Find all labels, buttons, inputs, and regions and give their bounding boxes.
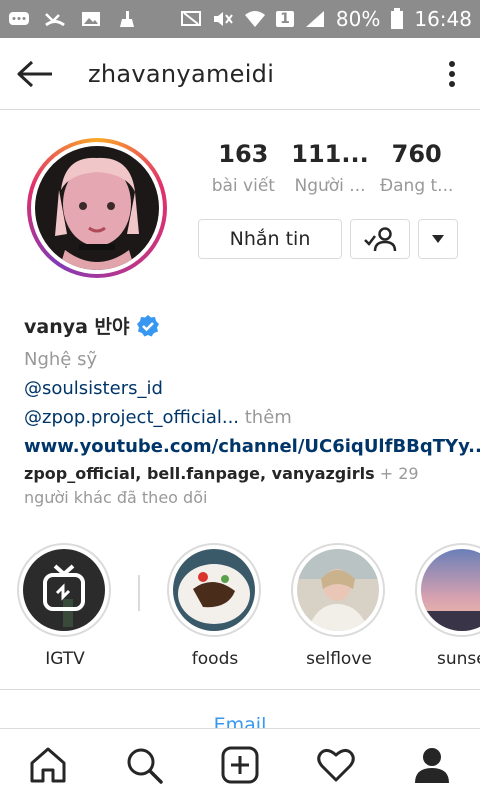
caret-down-icon <box>432 235 444 243</box>
section-divider <box>0 689 480 690</box>
missed-call-icon <box>45 13 65 27</box>
battery-icon <box>391 8 404 29</box>
profile-display-name: vanya 반야 <box>24 316 130 338</box>
bio-mention-soulsisters[interactable]: @soulsisters_id <box>24 378 464 399</box>
bottom-navigation <box>0 728 480 800</box>
nav-profile[interactable] <box>402 735 462 795</box>
back-arrow-icon <box>17 60 52 87</box>
message-icon <box>9 12 29 25</box>
following-button[interactable] <box>350 219 410 259</box>
highlight-igtv-label: IGTV <box>45 649 85 669</box>
image-icon <box>82 12 100 26</box>
following-check-icon <box>364 227 397 252</box>
stat-posts-value: 163 <box>218 140 269 168</box>
profile-category: Nghệ sỹ <box>24 349 98 370</box>
battery-percent: 80% <box>335 7 381 31</box>
profile-stats: 163 bài viết 111... Người ... 760 Đang t… <box>200 140 460 196</box>
verified-badge-icon <box>136 314 159 336</box>
nav-home[interactable] <box>18 735 78 795</box>
stat-posts-label: bài viết <box>211 176 275 196</box>
bio-more-link[interactable]: thêm <box>245 407 292 428</box>
stat-posts[interactable]: 163 bài viết <box>200 140 287 196</box>
stat-following-value: 760 <box>391 140 442 168</box>
story-highlights: IGTV foods selflove suns <box>0 543 480 673</box>
profile-header: zhavanyameidi <box>0 38 480 110</box>
profile-name-row: vanya 반야 <box>24 312 464 339</box>
back-button[interactable] <box>0 38 70 110</box>
wifi-icon <box>245 11 266 27</box>
message-button[interactable]: Nhắn tin <box>198 219 342 259</box>
highlight-sunset-thumb <box>421 549 480 631</box>
profile-avatar[interactable] <box>27 138 167 278</box>
suggestions-dropdown-button[interactable] <box>418 219 458 259</box>
stat-followers-value: 111... <box>291 140 369 168</box>
nav-new-post[interactable] <box>210 735 270 795</box>
highlight-selflove-thumb <box>297 549 379 631</box>
profile-icon <box>415 747 449 783</box>
stat-following-label: Đang t... <box>379 176 454 196</box>
add-post-icon <box>221 746 259 783</box>
highlight-sunset[interactable]: sunse <box>415 543 480 669</box>
mute-icon <box>214 12 233 26</box>
status-bar: 1 80% 16:48 <box>0 0 480 38</box>
nav-search[interactable] <box>114 735 174 795</box>
cleaner-icon <box>120 11 134 27</box>
cast-icon <box>181 11 202 26</box>
highlight-foods-label: foods <box>191 649 239 669</box>
followed-by-accounts: zpop_official, bell.fanpage, vanyazgirls <box>24 464 375 483</box>
igtv-icon <box>23 549 105 631</box>
clock: 16:48 <box>414 7 472 31</box>
profile-actions: Nhắn tin <box>198 219 458 259</box>
stat-following[interactable]: 760 Đang t... <box>373 140 460 196</box>
highlight-sunset-label: sunse <box>437 649 480 669</box>
bio-mention-zpop: @zpop.project_official... thêm <box>24 407 464 428</box>
stat-followers-label: Người ... <box>294 176 366 196</box>
profile-bio: vanya 반야 Nghệ sỹ @soulsisters_id @zpop.p… <box>24 312 480 457</box>
highlight-divider <box>138 575 140 611</box>
heart-icon <box>317 748 355 781</box>
highlight-selflove[interactable]: selflove <box>291 543 387 669</box>
more-vertical-icon <box>449 60 455 87</box>
avatar-photo <box>35 146 159 270</box>
highlight-igtv[interactable]: IGTV <box>17 543 113 669</box>
highlight-foods-thumb <box>173 549 255 631</box>
highlight-selflove-label: selflove <box>306 649 372 669</box>
home-icon <box>30 747 66 782</box>
options-button[interactable] <box>424 38 480 110</box>
signal-icon <box>305 11 324 27</box>
bio-website-link[interactable]: www.youtube.com/channel/UC6iqUlfBBqTYy..… <box>24 436 480 457</box>
highlight-foods[interactable]: foods <box>167 543 263 669</box>
stat-followers[interactable]: 111... Người ... <box>287 140 374 196</box>
search-icon <box>127 748 163 784</box>
followed-by-text[interactable]: zpop_official, bell.fanpage, vanyazgirls… <box>24 462 464 510</box>
profile-username: zhavanyameidi <box>88 59 275 88</box>
nav-activity[interactable] <box>306 735 366 795</box>
bio-mention-zpop-text[interactable]: @zpop.project_official... <box>24 407 239 428</box>
sim-indicator: 1 <box>276 11 294 27</box>
